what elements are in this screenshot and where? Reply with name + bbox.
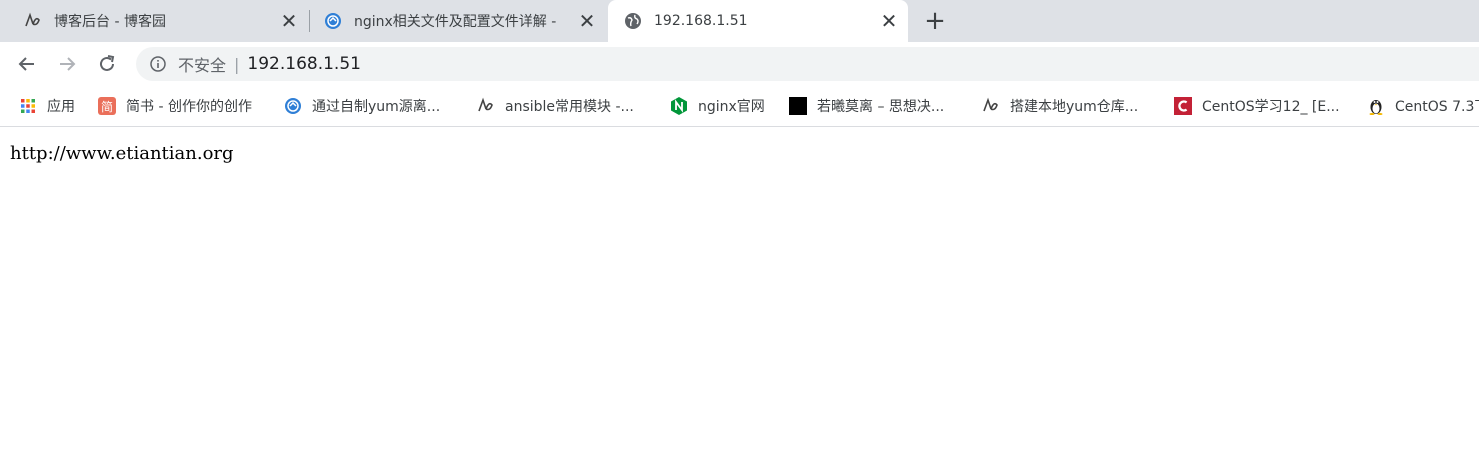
tab-title: nginx相关文件及配置文件详解 - (354, 14, 557, 30)
blog-site-icon (324, 12, 342, 30)
tab-strip: 博客后台 - 博客园 ✕ nginx相关文件及配置文件详解 - ✕ 192.16… (0, 0, 1479, 42)
omnibox-separator: | (234, 54, 240, 74)
blog-site-icon (284, 97, 302, 115)
cnblogs-icon (477, 97, 495, 115)
close-icon[interactable]: ✕ (576, 9, 598, 33)
bookmark-label: ansible常用模块 -... (505, 99, 634, 115)
forward-icon[interactable] (53, 50, 81, 78)
bookmark-yum-source[interactable]: 通过自制yum源离... (284, 95, 440, 117)
globe-icon (624, 12, 642, 30)
bookmark-apps[interactable]: 应用 (19, 95, 75, 117)
bookmark-label: 若曦莫离 – 思想决... (817, 99, 945, 115)
reload-icon[interactable] (93, 50, 121, 78)
tab-active-ip[interactable]: 192.168.1.51 ✕ (608, 0, 908, 42)
address-bar[interactable]: 不安全 | 192.168.1.51 (136, 47, 1479, 81)
cnblogs-icon (24, 12, 42, 30)
jianshu-icon: 简 (98, 97, 116, 115)
page-content: http://www.etiantian.org (0, 127, 1479, 452)
bookmark-label: 应用 (47, 99, 75, 115)
bookmark-nginx[interactable]: nginx官网 (670, 95, 765, 117)
bookmark-label: 搭建本地yum仓库... (1010, 99, 1139, 115)
tab-title: 192.168.1.51 (654, 13, 748, 29)
tab-title: 博客后台 - 博客园 (54, 14, 166, 30)
bookmark-centos-73[interactable]: CentOS 7.3下 (1367, 95, 1479, 117)
new-tab-icon[interactable]: + (922, 6, 948, 36)
not-secure-label: 不安全 (178, 56, 227, 75)
page-body-text: http://www.etiantian.org (10, 143, 234, 164)
bookmark-label: nginx官网 (698, 99, 765, 115)
close-icon[interactable]: ✕ (278, 9, 300, 33)
url-text[interactable]: 192.168.1.51 (247, 54, 361, 74)
bookmark-ruoxi[interactable]: 若曦莫离 – 思想决... (789, 95, 944, 117)
csdn-icon (1174, 97, 1192, 115)
bookmarks-bar: 应用 简 简书 - 创作你的创作 通过自制yum源离... ansible常用模… (0, 86, 1479, 127)
info-icon[interactable] (150, 56, 166, 72)
tux-icon (1367, 97, 1385, 115)
bookmark-ansible[interactable]: ansible常用模块 -... (477, 95, 634, 117)
bookmark-label: CentOS学习12_ [E... (1202, 99, 1340, 115)
bookmark-label: 简书 - 创作你的创作 (126, 99, 252, 115)
bookmark-local-yum[interactable]: 搭建本地yum仓库... (982, 95, 1138, 117)
bookmark-centos-12[interactable]: CentOS学习12_ [E... (1174, 95, 1340, 117)
tab-nginx-config[interactable]: nginx相关文件及配置文件详解 - ✕ (310, 0, 606, 42)
cnblogs-icon (982, 97, 1000, 115)
back-icon[interactable] (13, 50, 41, 78)
tab-cnblogs-admin[interactable]: 博客后台 - 博客园 ✕ (0, 0, 308, 42)
close-icon[interactable]: ✕ (878, 9, 900, 33)
apps-grid-icon (19, 97, 37, 115)
black-square-icon (789, 97, 807, 115)
nginx-icon (670, 97, 688, 115)
bookmark-label: 通过自制yum源离... (312, 99, 441, 115)
bookmark-label: CentOS 7.3下 (1395, 99, 1479, 115)
bookmark-jianshu[interactable]: 简 简书 - 创作你的创作 (98, 95, 252, 117)
svg-text:简: 简 (101, 100, 113, 114)
toolbar: 不安全 | 192.168.1.51 (0, 42, 1479, 86)
